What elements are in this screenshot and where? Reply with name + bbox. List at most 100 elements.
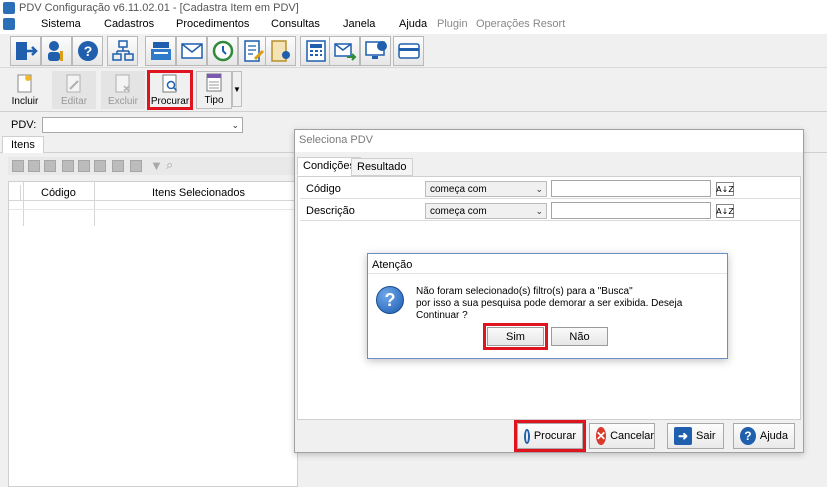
app-icon (3, 2, 15, 14)
user-key-button[interactable] (41, 36, 72, 66)
incluir-button[interactable]: Incluir (6, 71, 44, 109)
sim-button[interactable]: Sim (483, 323, 548, 350)
monitor-info-button[interactable] (360, 36, 391, 66)
network-icon (111, 40, 134, 61)
tipo-dropdown-arrow[interactable]: ▼ (232, 71, 242, 107)
menu-operacoes-resort[interactable]: Operações Resort (476, 18, 565, 30)
chevron-down-icon: ⌄ (231, 120, 239, 130)
ajuda-label: Ajuda (759, 430, 788, 442)
sair-button[interactable]: ➜ Sair (667, 423, 724, 449)
filter-value-codigo[interactable] (551, 180, 711, 197)
ajuda-button[interactable]: ? Ajuda (733, 423, 795, 449)
dialog-title: Seleciona PDV (295, 130, 803, 152)
grid-col-codigo[interactable]: Código (41, 187, 76, 199)
title-bar: PDV Configuração v6.11.02.01 - [Cadastra… (0, 0, 827, 16)
procurar-button[interactable]: Procurar (147, 70, 193, 110)
tab-itens[interactable]: Itens (2, 136, 44, 153)
procurar-dialog-label: Procurar (533, 430, 576, 442)
card-button[interactable] (393, 36, 424, 66)
tipo-label: Tipo (204, 95, 224, 106)
dialog-footer: Procurar ✕ Cancelar ➜ Sair ? Ajuda (297, 420, 801, 452)
filter-operator-codigo[interactable]: começa com ⌄ (425, 181, 547, 197)
help-button[interactable]: ? (72, 36, 103, 66)
network-button[interactable] (107, 36, 138, 66)
menu-consultas[interactable]: Consultas (271, 18, 320, 30)
grid-remove-icon[interactable] (44, 160, 56, 172)
grid-copy-icon[interactable] (78, 160, 90, 172)
search-icon (524, 428, 530, 444)
grid-add-icon[interactable] (28, 160, 40, 172)
pdv-label: PDV: (11, 119, 37, 131)
excluir-label: Excluir (107, 96, 138, 107)
clock-button[interactable] (207, 36, 238, 66)
menu-bar: Sistema Cadastros Procedimentos Consulta… (0, 16, 827, 34)
grid-delete-icon[interactable] (94, 160, 106, 172)
calculator-icon (305, 40, 326, 62)
cancelar-button[interactable]: ✕ Cancelar (589, 423, 655, 449)
filter-operator-descricao[interactable]: começa com ⌄ (425, 203, 547, 219)
sort-az-icon[interactable]: A↓Z (716, 204, 734, 218)
menu-cadastros[interactable]: Cadastros (104, 18, 154, 30)
mail-button[interactable] (176, 36, 207, 66)
filter-row-codigo: Código começa com ⌄ A↓Z (300, 179, 800, 199)
table-row[interactable] (9, 209, 299, 210)
cash-register-icon (150, 42, 171, 60)
dialog-tabs: Condições Resultado (297, 157, 801, 176)
attention-dialog: Atenção ? Não foram selecionado(s) filtr… (367, 253, 728, 359)
tab-resultado[interactable]: Resultado (351, 158, 413, 176)
mail-icon (180, 43, 203, 59)
procurar-label: Procurar (150, 96, 190, 107)
grid-first-icon[interactable] (12, 160, 24, 172)
main-toolbar: ? (0, 34, 827, 68)
document-edit-icon (243, 40, 264, 62)
edit-document-icon (66, 74, 81, 93)
excluir-button[interactable]: Excluir (101, 71, 145, 109)
cash-register-button[interactable] (145, 36, 176, 66)
grid-select-all-icon[interactable] (62, 160, 74, 172)
menu-sistema[interactable]: Sistema (41, 18, 81, 30)
calculator-button[interactable] (300, 36, 331, 66)
grid-col-itens-selecionados[interactable]: Itens Selecionados (152, 187, 245, 199)
filter-icon[interactable]: ▼ (150, 158, 163, 173)
sort-az-icon[interactable]: A↓Z (716, 182, 734, 196)
menu-app-icon[interactable] (3, 18, 15, 30)
attention-line-1: Não foram selecionado(s) filtro(s) para … (416, 286, 633, 297)
menu-ajuda[interactable]: Ajuda (399, 18, 427, 30)
filter-operator-value: começa com (430, 184, 487, 195)
sair-label: Sair (696, 430, 716, 442)
filter-operator-value: começa com (430, 206, 487, 217)
monitor-info-icon (364, 41, 387, 59)
filter-label-descricao: Descrição (306, 205, 355, 217)
procurar-dialog-button[interactable]: Procurar (514, 420, 586, 452)
incluir-label: Incluir (11, 96, 39, 107)
filter-row-descricao: Descrição começa com ⌄ A↓Z (300, 201, 800, 221)
pdv-select[interactable]: ⌄ (42, 117, 243, 133)
grid-export-icon[interactable] (130, 160, 142, 172)
grid-toolbar: ▼ ⌕ (8, 157, 298, 175)
grid-header: Código Itens Selecionados (9, 182, 299, 226)
menu-procedimentos[interactable]: Procedimentos (176, 18, 249, 30)
menu-plugin[interactable]: Plugin (437, 18, 468, 30)
help-icon: ? (740, 427, 756, 445)
filter-label-codigo: Código (306, 183, 341, 195)
filter-value-descricao[interactable] (551, 202, 711, 219)
editar-button[interactable]: Editar (52, 71, 96, 109)
chevron-down-icon: ⌄ (535, 206, 543, 216)
attention-line-2: por isso a sua pesquisa pode demorar a s… (416, 298, 683, 321)
mail-forward-icon (333, 43, 356, 61)
menu-janela[interactable]: Janela (343, 18, 375, 30)
document-user-button[interactable] (265, 36, 296, 66)
cancel-icon: ✕ (596, 427, 607, 445)
action-toolbar: Incluir Editar Excluir Procurar Tipo ▼ (0, 70, 827, 112)
tipo-button[interactable]: Tipo (196, 71, 232, 109)
attention-title: Atenção (368, 254, 727, 274)
search-icon[interactable]: ⌕ (166, 157, 173, 173)
exit-icon: ➜ (674, 427, 692, 445)
delete-document-icon (115, 74, 130, 93)
mail-forward-button[interactable] (329, 36, 360, 66)
new-document-icon (17, 74, 32, 93)
grid-print-icon[interactable] (112, 160, 124, 172)
exit-button[interactable] (10, 36, 41, 66)
chevron-down-icon: ⌄ (535, 184, 543, 194)
nao-button[interactable]: Não (551, 327, 608, 346)
